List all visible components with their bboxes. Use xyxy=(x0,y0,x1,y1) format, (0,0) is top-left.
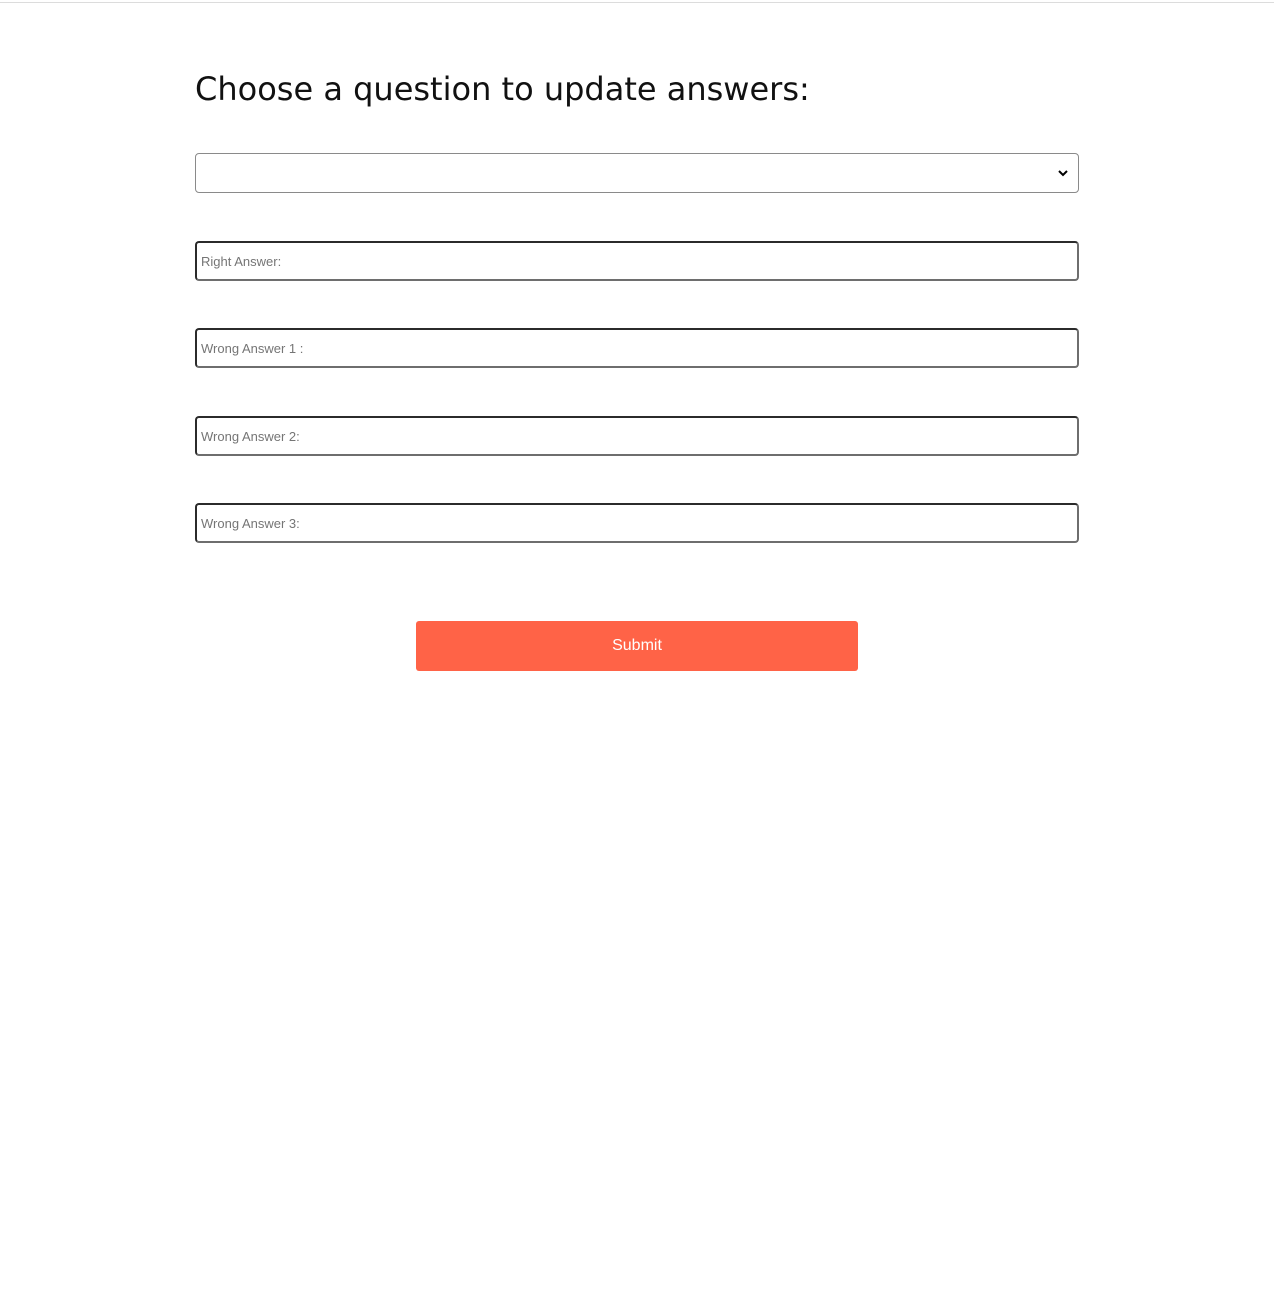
top-divider xyxy=(0,2,1274,3)
submit-button[interactable]: Submit xyxy=(416,621,858,671)
wrong-answer-3-input[interactable] xyxy=(195,503,1079,543)
wrong-answer-1-input[interactable] xyxy=(195,328,1079,368)
question-select[interactable] xyxy=(195,153,1079,193)
page-title: Choose a question to update answers: xyxy=(195,70,810,108)
chevron-down-icon xyxy=(1058,170,1068,177)
wrong-answer-2-input[interactable] xyxy=(195,416,1079,456)
right-answer-input[interactable] xyxy=(195,241,1079,281)
